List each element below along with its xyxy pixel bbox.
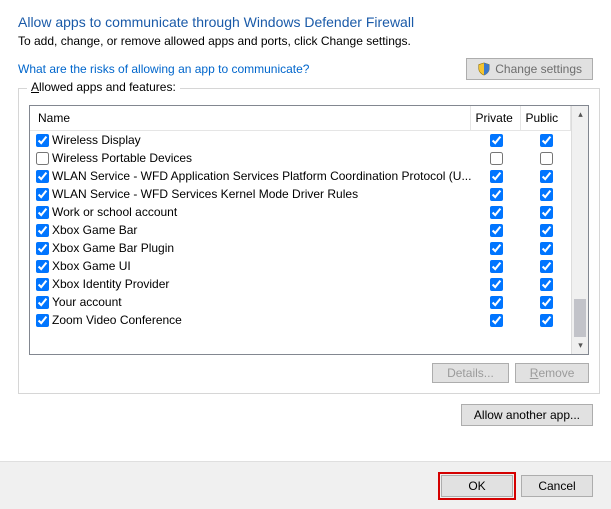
- allowed-apps-list: Name Private Public Wireless Display Wire…: [29, 105, 589, 355]
- col-header-name[interactable]: Name: [30, 106, 471, 130]
- details-button: Details...: [432, 363, 509, 383]
- public-checkbox[interactable]: [540, 152, 553, 165]
- table-row[interactable]: WLAN Service - WFD Application Services …: [30, 167, 571, 185]
- table-row[interactable]: Xbox Identity Provider: [30, 275, 571, 293]
- app-enable-checkbox[interactable]: [36, 314, 49, 327]
- private-checkbox[interactable]: [490, 224, 503, 237]
- remove-button: Remove: [515, 363, 590, 383]
- private-checkbox[interactable]: [490, 170, 503, 183]
- app-name: Xbox Identity Provider: [52, 277, 169, 291]
- private-checkbox[interactable]: [490, 242, 503, 255]
- app-enable-checkbox[interactable]: [36, 170, 49, 183]
- app-enable-checkbox[interactable]: [36, 188, 49, 201]
- public-checkbox[interactable]: [540, 242, 553, 255]
- app-name: Wireless Display: [52, 133, 141, 147]
- app-enable-checkbox[interactable]: [36, 134, 49, 147]
- app-enable-checkbox[interactable]: [36, 278, 49, 291]
- allowed-apps-groupbox: Allowed apps and features: Name Private …: [18, 88, 600, 394]
- private-checkbox[interactable]: [490, 206, 503, 219]
- app-name: WLAN Service - WFD Services Kernel Mode …: [52, 187, 358, 201]
- change-settings-button[interactable]: Change settings: [466, 58, 593, 80]
- scroll-thumb[interactable]: [574, 299, 586, 337]
- app-enable-checkbox[interactable]: [36, 296, 49, 309]
- allow-another-app-button[interactable]: Allow another app...: [461, 404, 593, 426]
- table-row[interactable]: WLAN Service - WFD Services Kernel Mode …: [30, 185, 571, 203]
- scroll-track[interactable]: [572, 123, 588, 337]
- private-checkbox[interactable]: [490, 278, 503, 291]
- public-checkbox[interactable]: [540, 314, 553, 327]
- table-row[interactable]: Your account: [30, 293, 571, 311]
- app-name: Zoom Video Conference: [52, 313, 182, 327]
- scrollbar[interactable]: ▴ ▾: [571, 106, 588, 354]
- public-checkbox[interactable]: [540, 260, 553, 273]
- app-name: Work or school account: [52, 205, 177, 219]
- public-checkbox[interactable]: [540, 188, 553, 201]
- table-row[interactable]: Xbox Game UI: [30, 257, 571, 275]
- app-name: Xbox Game Bar: [52, 223, 137, 237]
- app-enable-checkbox[interactable]: [36, 152, 49, 165]
- page-title: Allow apps to communicate through Window…: [18, 14, 593, 30]
- app-name: Your account: [52, 295, 122, 309]
- public-checkbox[interactable]: [540, 206, 553, 219]
- col-header-public[interactable]: Public: [521, 106, 571, 130]
- private-checkbox[interactable]: [490, 134, 503, 147]
- public-checkbox[interactable]: [540, 170, 553, 183]
- list-header: Name Private Public: [30, 106, 571, 131]
- app-name: Xbox Game UI: [52, 259, 131, 273]
- private-checkbox[interactable]: [490, 296, 503, 309]
- public-checkbox[interactable]: [540, 134, 553, 147]
- table-row[interactable]: Zoom Video Conference: [30, 311, 571, 329]
- public-checkbox[interactable]: [540, 278, 553, 291]
- groupbox-label: Allowed apps and features:: [27, 80, 180, 94]
- app-enable-checkbox[interactable]: [36, 260, 49, 273]
- table-row[interactable]: Wireless Portable Devices: [30, 149, 571, 167]
- private-checkbox[interactable]: [490, 314, 503, 327]
- risks-link[interactable]: What are the risks of allowing an app to…: [18, 62, 309, 76]
- app-enable-checkbox[interactable]: [36, 206, 49, 219]
- public-checkbox[interactable]: [540, 224, 553, 237]
- app-name: Wireless Portable Devices: [52, 151, 192, 165]
- app-enable-checkbox[interactable]: [36, 242, 49, 255]
- page-subtitle: To add, change, or remove allowed apps a…: [18, 34, 593, 48]
- table-row[interactable]: Xbox Game Bar Plugin: [30, 239, 571, 257]
- app-name: WLAN Service - WFD Application Services …: [52, 169, 471, 183]
- change-settings-label: Change settings: [495, 62, 582, 76]
- shield-icon: [477, 62, 491, 76]
- dialog-footer: OK Cancel: [0, 461, 611, 509]
- private-checkbox[interactable]: [490, 260, 503, 273]
- app-enable-checkbox[interactable]: [36, 224, 49, 237]
- public-checkbox[interactable]: [540, 296, 553, 309]
- private-checkbox[interactable]: [490, 188, 503, 201]
- app-name: Xbox Game Bar Plugin: [52, 241, 174, 255]
- scroll-down-icon[interactable]: ▾: [572, 337, 588, 354]
- private-checkbox[interactable]: [490, 152, 503, 165]
- table-row[interactable]: Work or school account: [30, 203, 571, 221]
- table-row[interactable]: Xbox Game Bar: [30, 221, 571, 239]
- col-header-private[interactable]: Private: [471, 106, 521, 130]
- cancel-button[interactable]: Cancel: [521, 475, 593, 497]
- table-row[interactable]: Wireless Display: [30, 131, 571, 149]
- ok-button[interactable]: OK: [441, 475, 513, 497]
- scroll-up-icon[interactable]: ▴: [572, 106, 588, 123]
